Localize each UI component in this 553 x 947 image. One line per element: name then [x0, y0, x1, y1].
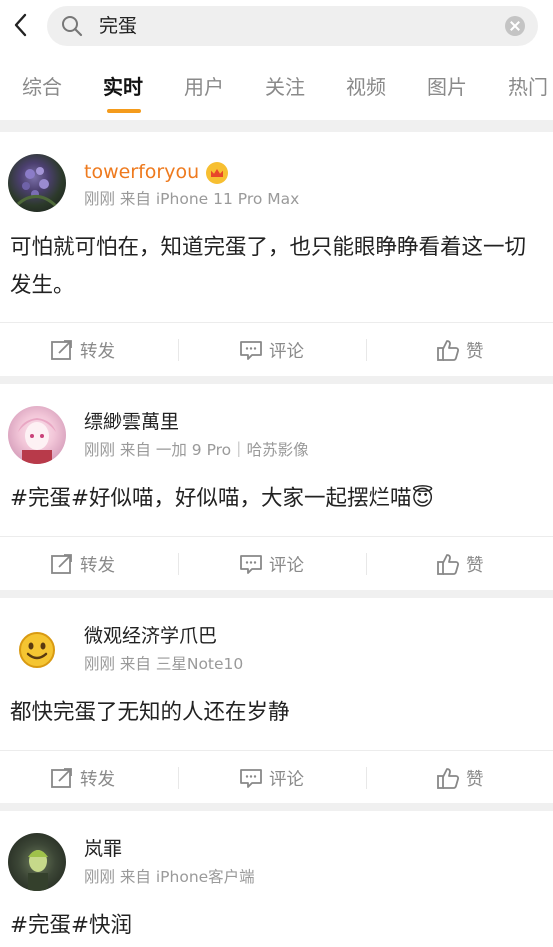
like-label: 赞 — [466, 555, 484, 576]
tab-videos[interactable]: 视频 — [346, 72, 386, 102]
action-bar: 转发 评论 赞 — [0, 536, 553, 590]
avatar[interactable] — [8, 833, 66, 891]
post-card: 岚罪 刚刚 来自 iPhone客户端 #完蛋#快润 — [0, 811, 553, 947]
post-meta: 刚刚 来自 iPhone 11 Pro Max — [84, 190, 300, 208]
comment-icon — [240, 555, 262, 574]
divider — [178, 767, 179, 789]
like-label: 赞 — [466, 341, 484, 362]
username[interactable]: 岚罪 — [84, 837, 122, 861]
tab-hot[interactable]: 热门 — [508, 72, 548, 102]
tab-comprehensive[interactable]: 综合 — [22, 72, 62, 102]
action-bar: 转发 评论 赞 — [0, 322, 553, 376]
active-tab-indicator — [107, 109, 141, 113]
post-card: towerforyou 刚刚 来自 iPhone 11 Pro Max 可怕就可… — [0, 132, 553, 376]
avatar[interactable] — [8, 406, 66, 464]
divider — [178, 553, 179, 575]
search-bar[interactable]: 完蛋 — [47, 6, 538, 46]
repost-icon — [51, 340, 72, 360]
comment-button[interactable]: 评论 — [239, 335, 304, 365]
thumbs-up-icon — [437, 340, 460, 361]
post-text[interactable]: 可怕就可怕在，知道完蛋了，也只能眼睁睁看着这一切发生。 — [10, 229, 541, 305]
tab-bar: 综合 实时 用户 关注 视频 图片 热门 — [0, 72, 553, 108]
like-label: 赞 — [466, 769, 484, 790]
tab-users[interactable]: 用户 — [184, 72, 224, 102]
avatar[interactable] — [8, 154, 66, 212]
thumbs-up-icon — [437, 768, 460, 789]
divider — [178, 339, 179, 361]
post-card: 微观经济学爪巴 刚刚 来自 三星Note10 都快完蛋了无知的人还在岁静 转发 … — [0, 598, 553, 803]
post-meta: 刚刚 来自 三星Note10 — [84, 655, 244, 673]
repost-icon — [51, 554, 72, 574]
post-card: 缥緲雲萬里 刚刚 来自 一加 9 Pro｜哈苏影像 #完蛋#好似喵，好似喵，大家… — [0, 384, 553, 590]
comment-icon — [240, 769, 262, 788]
post-meta: 刚刚 来自 iPhone客户端 — [84, 868, 255, 886]
like-button[interactable]: 赞 — [436, 335, 484, 365]
search-icon — [61, 15, 83, 37]
username[interactable]: towerforyou — [84, 160, 199, 184]
search-header: 完蛋 综合 实时 用户 关注 视频 图片 热门 — [0, 0, 553, 120]
thumbs-up-icon — [437, 554, 460, 575]
repost-button[interactable]: 转发 — [50, 763, 115, 793]
vip-crown-icon — [206, 162, 228, 184]
clear-search-icon[interactable] — [505, 16, 525, 36]
repost-label: 转发 — [80, 769, 115, 790]
post-text[interactable]: 都快完蛋了无知的人还在岁静 — [10, 694, 541, 732]
comment-label: 评论 — [269, 555, 304, 576]
tab-images[interactable]: 图片 — [427, 72, 467, 102]
repost-button[interactable]: 转发 — [50, 549, 115, 579]
username[interactable]: 缥緲雲萬里 — [84, 410, 179, 434]
repost-icon — [51, 768, 72, 788]
like-button[interactable]: 赞 — [436, 763, 484, 793]
search-input[interactable]: 完蛋 — [99, 14, 137, 38]
repost-label: 转发 — [80, 341, 115, 362]
comment-button[interactable]: 评论 — [239, 549, 304, 579]
username[interactable]: 微观经济学爪巴 — [84, 624, 217, 648]
tab-following[interactable]: 关注 — [265, 72, 305, 102]
back-arrow-icon[interactable] — [8, 10, 34, 40]
action-bar: 转发 评论 赞 — [0, 750, 553, 804]
divider — [366, 767, 367, 789]
smiley-emoji-icon — [19, 632, 55, 668]
comment-label: 评论 — [269, 769, 304, 790]
divider — [366, 339, 367, 361]
avatar[interactable] — [8, 620, 66, 678]
post-meta: 刚刚 来自 一加 9 Pro｜哈苏影像 — [84, 441, 309, 459]
tab-realtime[interactable]: 实时 — [103, 72, 143, 102]
post-text[interactable]: #完蛋#好似喵，好似喵，大家一起摆烂喵😇 — [10, 480, 541, 518]
comment-label: 评论 — [269, 341, 304, 362]
repost-label: 转发 — [80, 555, 115, 576]
comment-button[interactable]: 评论 — [239, 763, 304, 793]
like-button[interactable]: 赞 — [436, 549, 484, 579]
repost-button[interactable]: 转发 — [50, 335, 115, 365]
post-text[interactable]: #完蛋#快润 — [10, 907, 541, 945]
comment-icon — [240, 341, 262, 360]
divider — [366, 553, 367, 575]
